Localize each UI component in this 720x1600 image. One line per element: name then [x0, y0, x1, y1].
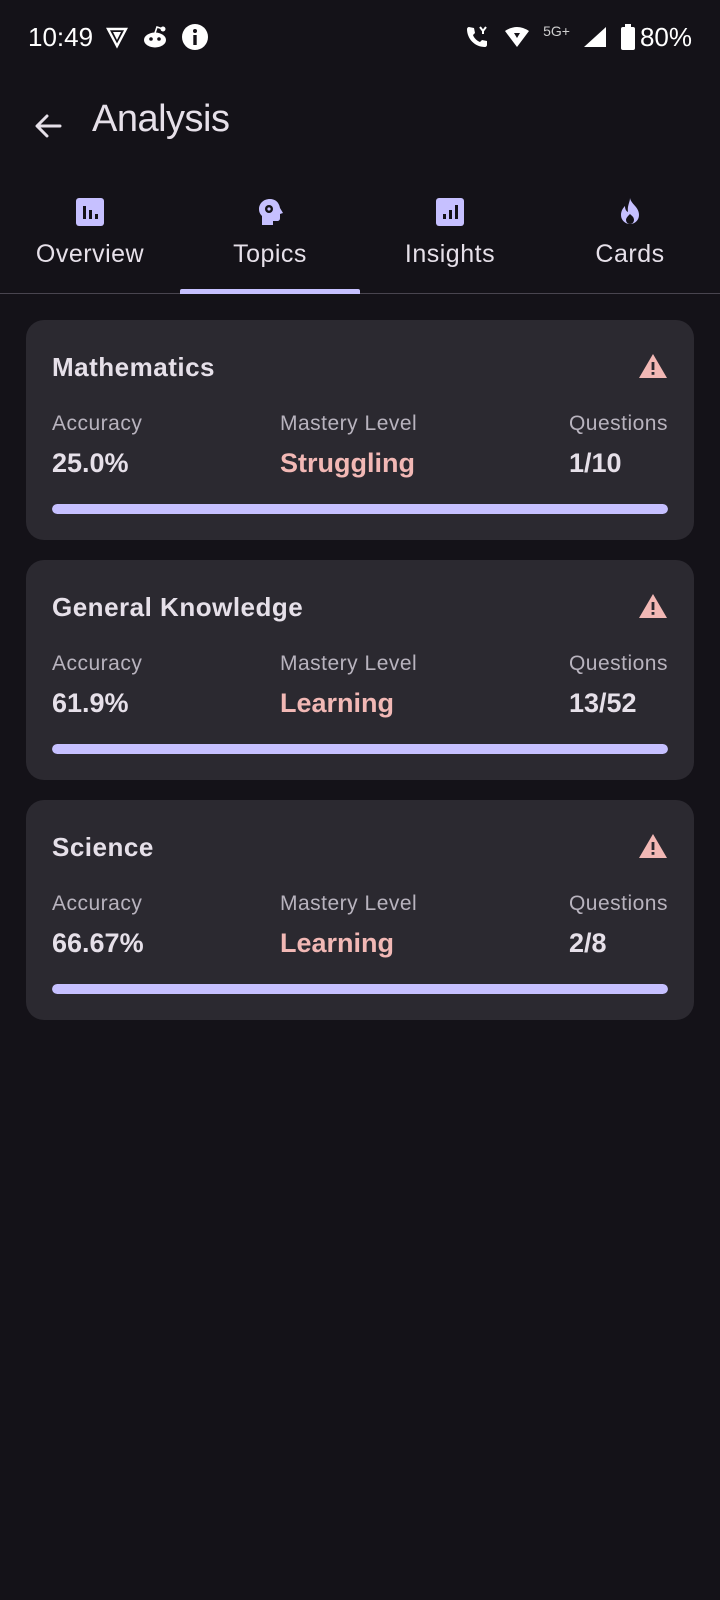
status-time: 10:49 — [28, 21, 94, 52]
top-app-bar: Analysis — [0, 90, 720, 162]
questions-label: Questions — [568, 892, 668, 915]
battery-percent: 80% — [639, 21, 692, 52]
accuracy-stat: Accuracy 66.67% — [52, 892, 144, 959]
mastery-value: Struggling — [280, 448, 415, 478]
page-title: Analysis — [92, 98, 230, 140]
tab-selected-indicator — [180, 289, 360, 294]
mastery-value: Learning — [280, 688, 395, 718]
wifi-calling-icon — [465, 24, 491, 50]
info-icon — [181, 23, 209, 51]
mastery-stat: Mastery Level Learning — [280, 892, 417, 959]
questions-value: 2/8 — [568, 928, 607, 958]
tab-label: Insights — [404, 240, 496, 268]
topic-name: General Knowledge — [52, 592, 304, 622]
warning-icon — [639, 354, 667, 378]
battery-icon — [620, 24, 636, 50]
questions-label: Questions — [568, 412, 668, 435]
progress-fill — [52, 504, 668, 514]
questions-stat: Questions 2/8 — [569, 892, 668, 959]
accuracy-stat: Accuracy 25.0% — [52, 412, 142, 479]
arrow-back-icon — [35, 114, 62, 138]
flame-icon — [612, 194, 648, 230]
tab-bar: Overview Topics Insights Cards — [0, 180, 720, 294]
topic-card[interactable]: Science Accuracy 66.67% Mastery Level Le… — [26, 800, 694, 1020]
topic-progress-bar — [52, 744, 668, 754]
tab-cards[interactable]: Cards — [540, 180, 720, 293]
mastery-label: Mastery Level — [280, 412, 418, 435]
wifi-icon — [503, 25, 531, 49]
topic-progress-bar — [52, 984, 668, 994]
reddit-icon — [141, 25, 169, 49]
questions-value: 1/10 — [568, 448, 622, 478]
mastery-label: Mastery Level — [280, 892, 418, 915]
mastery-stat: Mastery Level Struggling — [280, 412, 417, 479]
mastery-label: Mastery Level — [280, 652, 418, 675]
back-button[interactable] — [26, 104, 70, 148]
topic-name: Science — [52, 832, 154, 862]
bar-chart-icon — [72, 194, 108, 230]
analytics-icon — [432, 194, 468, 230]
network-type: 5G+ — [543, 23, 570, 39]
topic-name: Mathematics — [52, 352, 215, 382]
status-bar-left: 10:49 — [28, 22, 209, 53]
topic-card[interactable]: Mathematics Accuracy 25.0% Mastery Level… — [26, 320, 694, 540]
topic-card[interactable]: General Knowledge Accuracy 61.9% Mastery… — [26, 560, 694, 780]
mastery-stat: Mastery Level Learning — [280, 652, 417, 719]
accuracy-value: 25.0% — [52, 448, 129, 478]
accuracy-label: Accuracy — [52, 412, 143, 435]
questions-stat: Questions 1/10 — [569, 412, 668, 479]
accuracy-value: 66.67% — [52, 928, 144, 958]
tab-label: Overview — [35, 240, 145, 268]
questions-label: Questions — [568, 652, 668, 675]
accuracy-value: 61.9% — [52, 688, 129, 718]
tab-label: Topics — [233, 240, 307, 268]
questions-value: 13/52 — [568, 688, 637, 718]
status-bar-right: 5G+ 80% — [465, 22, 692, 53]
head-brain-icon — [252, 194, 288, 230]
topic-progress-bar — [52, 504, 668, 514]
accuracy-label: Accuracy — [52, 652, 143, 675]
mastery-value: Learning — [280, 928, 395, 958]
status-bar: 10:49 5G+ 80% — [0, 0, 720, 74]
progress-fill — [52, 984, 668, 994]
questions-stat: Questions 13/52 — [569, 652, 668, 719]
warning-icon — [639, 834, 667, 858]
accuracy-stat: Accuracy 61.9% — [52, 652, 142, 719]
warning-icon — [639, 594, 667, 618]
signal-icon — [582, 25, 608, 49]
tab-overview[interactable]: Overview — [0, 180, 180, 293]
tab-label: Cards — [595, 240, 665, 268]
tab-insights[interactable]: Insights — [360, 180, 540, 293]
vpn-shield-icon — [105, 25, 129, 49]
progress-fill — [52, 744, 668, 754]
topic-list: Mathematics Accuracy 25.0% Mastery Level… — [26, 320, 694, 1040]
accuracy-label: Accuracy — [52, 892, 143, 915]
tab-topics[interactable]: Topics — [180, 180, 360, 294]
